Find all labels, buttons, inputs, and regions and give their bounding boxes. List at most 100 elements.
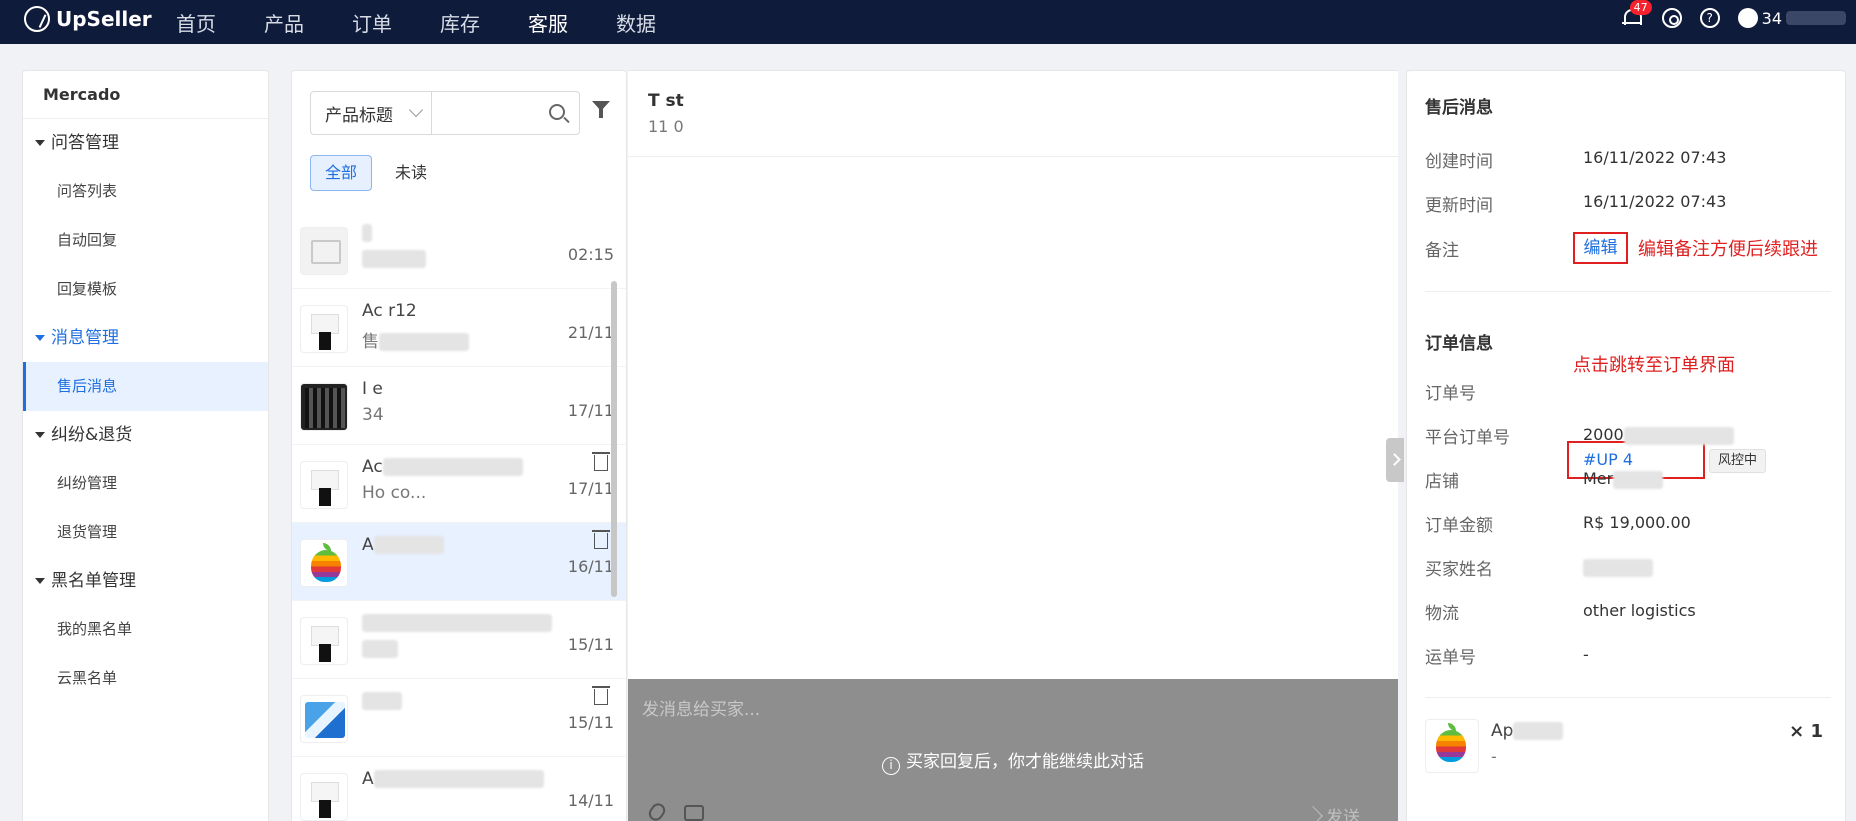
nav-products[interactable]: 产品 (264, 8, 352, 37)
filter-icon[interactable] (592, 101, 610, 119)
conversation-preview: 34 (362, 405, 384, 425)
conversation-name (362, 613, 552, 633)
product-variant: - (1491, 747, 1497, 766)
order-amount-value: R$ 19,000.00 (1583, 513, 1691, 532)
created-time-value: 16/11/2022 07:43 (1583, 148, 1727, 167)
upseller-logo[interactable]: UpSeller (24, 6, 152, 32)
conversation-name (362, 223, 372, 243)
search-bar: 产品标题 (310, 91, 580, 135)
user-name: 34 (1761, 8, 1782, 28)
conversation-item[interactable]: A 14/11 (292, 757, 626, 821)
conversation-item[interactable]: 02:15 (292, 211, 626, 289)
risk-control-tag: 风控中 (1709, 449, 1767, 473)
platform-order-no-value: 2000 (1583, 425, 1734, 445)
store-value: Mer (1583, 469, 1664, 489)
chevron-down-icon (408, 102, 424, 118)
sidebar-title: Mercado (23, 71, 268, 119)
conversation-name: Ac (362, 457, 523, 477)
tracking-no-value: - (1583, 645, 1589, 664)
order-no-label: 订单号 (1425, 384, 1476, 404)
search-icon[interactable] (549, 104, 565, 120)
conversation-list-panel: 产品标题 全部 未读 02:15 Ac r12 售 21/11 I e 34 1… (291, 70, 627, 821)
nav-data[interactable]: 数据 (616, 8, 704, 37)
sidebar-item-qa-list[interactable]: 问答列表 (23, 167, 268, 216)
buyer-name-value (1583, 557, 1653, 577)
sidebar-item-after-sale-messages[interactable]: 售后消息 (23, 362, 268, 411)
list-scrollbar[interactable] (611, 281, 617, 597)
sidebar-item-auto-reply[interactable]: 自动回复 (23, 216, 268, 265)
attachment-icon[interactable] (646, 800, 668, 821)
order-amount-label: 订单金额 (1425, 516, 1493, 536)
conversation-item[interactable]: Ac r12 售 21/11 (292, 289, 626, 367)
gear-icon[interactable] (1661, 8, 1682, 28)
send-label: 发送 (1326, 808, 1360, 821)
quick-reply-icon[interactable] (684, 805, 704, 821)
order-section-title: 订单信息 (1425, 334, 1493, 354)
sidebar-group-qa[interactable]: 问答管理 (23, 119, 268, 167)
message-composer-disabled: 发消息给买家... i 买家回复后，你才能继续此对话 发送 (628, 679, 1398, 821)
search-input[interactable] (440, 92, 550, 132)
reply-locked-notice: i 买家回复后，你才能继续此对话 (628, 747, 1398, 775)
conversation-name: A (362, 535, 444, 555)
user-menu[interactable]: 34 (1737, 8, 1846, 28)
product-thumbnail (300, 383, 348, 431)
product-thumbnail (300, 305, 348, 353)
tab-unread[interactable]: 未读 (380, 155, 442, 191)
edit-note-button[interactable]: 编辑 (1573, 232, 1628, 264)
trash-icon[interactable] (592, 530, 610, 549)
after-sale-section-title: 售后消息 (1425, 98, 1493, 118)
help-icon[interactable]: ? (1699, 8, 1720, 28)
message-input-placeholder[interactable]: 发消息给买家... (642, 695, 760, 720)
send-icon (1303, 805, 1323, 821)
product-quantity: × 1 (1789, 721, 1823, 742)
sidebar-item-dispute-management[interactable]: 纠纷管理 (23, 459, 268, 508)
conversation-time: 16/11 (567, 557, 614, 576)
search-field-label: 产品标题 (325, 105, 393, 126)
user-icon (1737, 8, 1758, 28)
trash-icon[interactable] (592, 452, 610, 471)
conversation-item[interactable]: 15/11 (292, 601, 626, 679)
conversation-time: 14/11 (567, 791, 614, 810)
conversation-time: 02:15 (567, 245, 614, 264)
nav-orders[interactable]: 订单 (352, 8, 440, 37)
sidebar-group-messages[interactable]: 消息管理 (23, 314, 268, 362)
search-field-select[interactable]: 产品标题 (310, 91, 432, 135)
user-name-masked (1786, 11, 1846, 25)
sidebar-item-return-management[interactable]: 退货管理 (23, 508, 268, 557)
logistics-value: other logistics (1583, 601, 1696, 620)
nav-customer-service[interactable]: 客服 (528, 8, 616, 37)
buyer-name-label: 买家姓名 (1425, 560, 1493, 580)
sidebar: Mercado 问答管理 问答列表 自动回复 回复模板 消息管理 售后消息 纠纷… (22, 70, 269, 821)
bell-icon[interactable]: 47 (1620, 0, 1652, 30)
conversation-tabs: 全部 未读 (310, 155, 442, 191)
search-input-wrapper (432, 91, 580, 135)
sidebar-group-disputes[interactable]: 纠纷&退货 (23, 411, 268, 459)
sidebar-item-my-blacklist[interactable]: 我的黑名单 (23, 605, 268, 654)
chat-panel: T st 11 0 发消息给买家... i 买家回复后，你才能继续此对话 发送 (628, 70, 1398, 821)
conversation-preview: 售 (362, 327, 469, 352)
logo-icon (24, 6, 50, 32)
sidebar-item-cloud-blacklist[interactable]: 云黑名单 (23, 654, 268, 703)
collapse-panel-toggle[interactable] (1386, 438, 1404, 482)
nav-inventory[interactable]: 库存 (440, 8, 528, 37)
send-button[interactable]: 发送 (1303, 803, 1360, 821)
conversation-item-selected[interactable]: A 16/11 (292, 523, 626, 601)
section-divider (1425, 697, 1831, 698)
chat-buyer-id: 11 0 (648, 117, 684, 136)
sidebar-item-reply-template[interactable]: 回复模板 (23, 265, 268, 314)
updated-time-value: 16/11/2022 07:43 (1583, 192, 1727, 211)
conversation-name: I e (362, 379, 383, 399)
conversation-item[interactable]: I e 34 17/11 (292, 367, 626, 445)
sidebar-group-blacklist[interactable]: 黑名单管理 (23, 557, 268, 605)
conversation-item[interactable]: 15/11 (292, 679, 626, 757)
conversation-preview: Ho co... (362, 483, 427, 503)
chat-buyer-name: T st (648, 91, 684, 111)
conversation-time: 17/11 (567, 479, 614, 498)
note-label: 备注 (1425, 241, 1459, 261)
conversation-name: Ac r12 (362, 301, 417, 321)
tab-all[interactable]: 全部 (310, 155, 373, 191)
order-detail-panel: 售后消息 创建时间 16/11/2022 07:43 更新时间 16/11/20… (1406, 70, 1846, 821)
conversation-item[interactable]: Ac Ho co... 17/11 (292, 445, 626, 523)
nav-home[interactable]: 首页 (176, 8, 264, 37)
trash-icon[interactable] (592, 686, 610, 705)
